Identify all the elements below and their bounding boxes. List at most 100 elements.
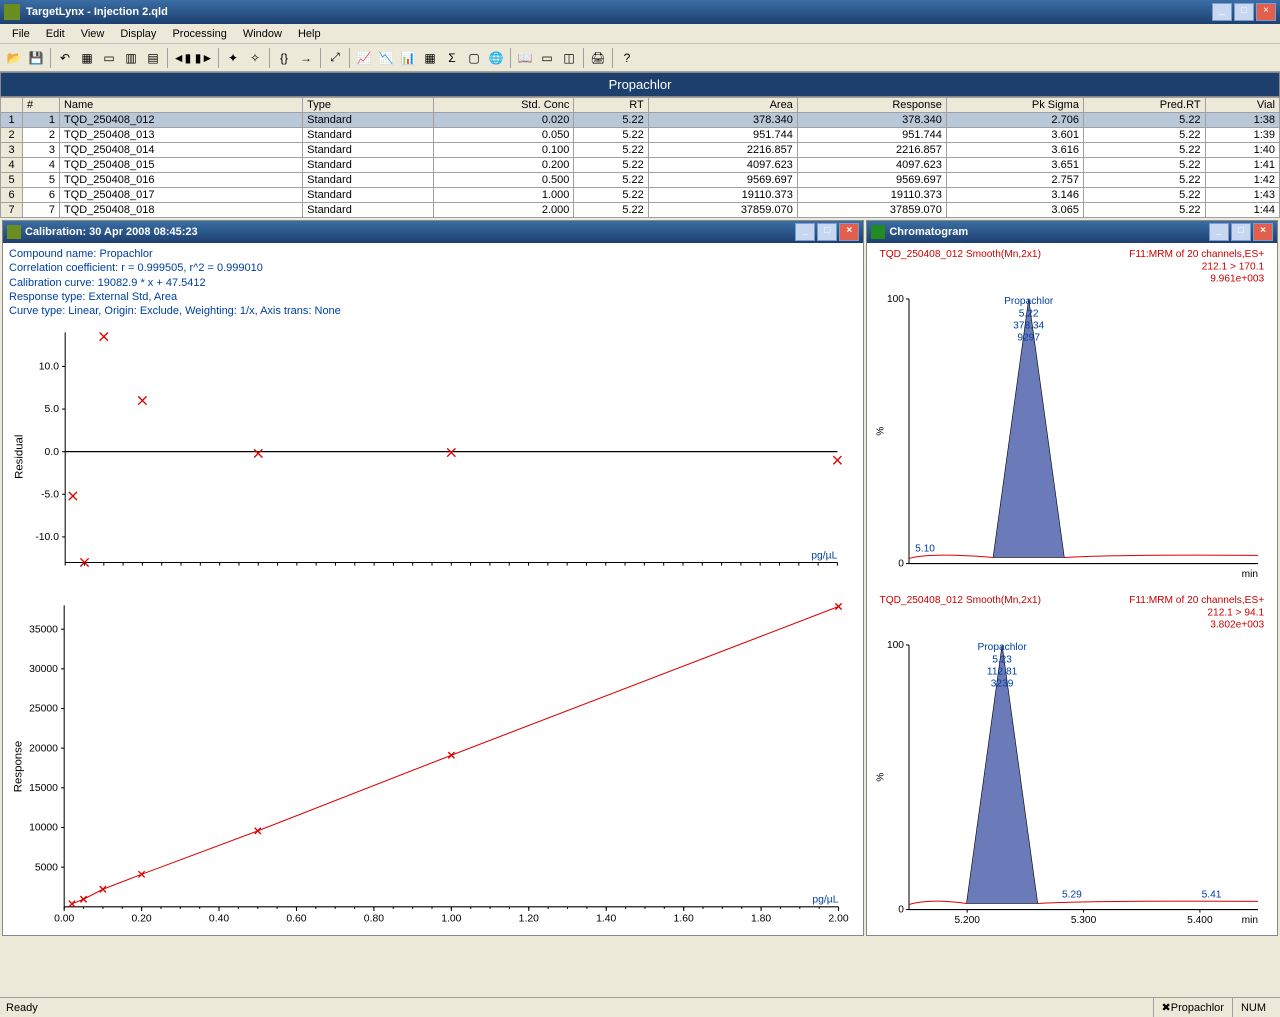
svg-text:2.00: 2.00	[828, 913, 848, 924]
svg-text:1.00: 1.00	[441, 913, 461, 924]
chromatogram-title: Chromatogram	[889, 226, 968, 238]
table-row[interactable]: 11TQD_250408_012Standard0.0205.22378.340…	[1, 113, 1280, 128]
svg-text:0.00: 0.00	[54, 913, 74, 924]
svg-text:F11:MRM of 20 channels,ES+: F11:MRM of 20 channels,ES+	[1129, 249, 1264, 260]
layout2-icon[interactable]: ▤	[143, 48, 163, 68]
svg-text:1.60: 1.60	[674, 913, 694, 924]
next-icon[interactable]: ▮►	[194, 48, 214, 68]
svg-text:35000: 35000	[29, 624, 58, 635]
svg-text:1.20: 1.20	[519, 913, 539, 924]
panel-min-button[interactable]: _	[1209, 223, 1229, 241]
close-button[interactable]: ×	[1256, 3, 1276, 21]
table-row[interactable]: 33TQD_250408_014Standard0.1005.222216.85…	[1, 143, 1280, 158]
table-row[interactable]: 44TQD_250408_015Standard0.2005.224097.62…	[1, 158, 1280, 173]
table-row[interactable]: 77TQD_250408_018Standard2.0005.2237859.0…	[1, 203, 1280, 218]
book-icon[interactable]: 📖	[515, 48, 535, 68]
svg-text:-5.0: -5.0	[41, 490, 59, 501]
svg-text:0: 0	[899, 905, 905, 916]
bracket-icon[interactable]: {}	[274, 48, 294, 68]
cal-icon	[7, 225, 21, 239]
menu-processing[interactable]: Processing	[164, 26, 234, 42]
panel-max-button[interactable]: □	[817, 223, 837, 241]
table-icon[interactable]: ▦	[420, 48, 440, 68]
calibration-info: Compound name: PropachlorCorrelation coe…	[3, 243, 863, 322]
svg-text:Response: Response	[13, 741, 25, 792]
svg-text:10.0: 10.0	[39, 362, 59, 373]
menu-display[interactable]: Display	[112, 26, 164, 42]
layout-icon[interactable]: ▥	[121, 48, 141, 68]
menu-help[interactable]: Help	[290, 26, 329, 42]
table-row[interactable]: 55TQD_250408_016Standard0.5005.229569.69…	[1, 173, 1280, 188]
panel-icon[interactable]: ▭	[537, 48, 557, 68]
svg-text:15000: 15000	[29, 783, 58, 794]
maximize-button[interactable]: □	[1234, 3, 1254, 21]
response-plot[interactable]: 5000 10000 15000 20000 25000 30000 35000 0.00 0.…	[3, 595, 863, 935]
split-icon[interactable]: ◫	[559, 48, 579, 68]
svg-text:112.81: 112.81	[987, 666, 1018, 677]
svg-text:10000: 10000	[29, 823, 58, 834]
svg-text:1.80: 1.80	[751, 913, 771, 924]
svg-text:min: min	[1242, 915, 1258, 926]
print-icon[interactable]: 🖨	[588, 48, 608, 68]
zoom-icon[interactable]: ✦	[223, 48, 243, 68]
svg-text:20000: 20000	[29, 743, 58, 754]
svg-text:100: 100	[887, 640, 904, 651]
arrow-icon[interactable]: →	[296, 48, 316, 68]
injection-table[interactable]: #NameTypeStd. ConcRTAreaResponsePk Sigma…	[0, 97, 1280, 218]
square-icon[interactable]: ▢	[464, 48, 484, 68]
menu-file[interactable]: File	[4, 26, 38, 42]
svg-text:5000: 5000	[35, 862, 58, 873]
app-icon	[4, 4, 20, 20]
bars-icon[interactable]: 📊	[398, 48, 418, 68]
svg-text:5.400: 5.400	[1188, 915, 1214, 926]
svg-text:0.20: 0.20	[132, 913, 152, 924]
panel-close-button[interactable]: ×	[839, 223, 859, 241]
chart1-icon[interactable]: 📈	[354, 48, 374, 68]
svg-text:3.802e+003: 3.802e+003	[1211, 620, 1265, 631]
table-row[interactable]: 22TQD_250408_013Standard0.0505.22951.744…	[1, 128, 1280, 143]
help-icon[interactable]: ?	[617, 48, 637, 68]
expand-icon[interactable]: ⤢	[325, 48, 345, 68]
table-row[interactable]: 66TQD_250408_017Standard1.0005.2219110.3…	[1, 188, 1280, 203]
menu-edit[interactable]: Edit	[38, 26, 73, 42]
sigma-icon[interactable]: Σ	[442, 48, 462, 68]
svg-text:30000: 30000	[29, 664, 58, 675]
prev-icon[interactable]: ◄▮	[172, 48, 192, 68]
app-title: TargetLynx - Injection 2.qld	[26, 6, 1212, 18]
svg-text:378.34: 378.34	[1013, 320, 1044, 331]
titlebar: TargetLynx - Injection 2.qld _ □ ×	[0, 0, 1280, 24]
svg-text:212.1 > 94.1: 212.1 > 94.1	[1208, 607, 1265, 618]
svg-text:%: %	[876, 773, 887, 782]
compound-header: Propachlor	[0, 72, 1280, 97]
svg-text:pg/µL: pg/µL	[811, 551, 837, 562]
panel-max-button[interactable]: □	[1231, 223, 1251, 241]
undo-icon[interactable]: ↶	[55, 48, 75, 68]
svg-text:Residual: Residual	[14, 435, 26, 479]
svg-text:25000: 25000	[29, 704, 58, 715]
minimize-button[interactable]: _	[1212, 3, 1232, 21]
globe-icon[interactable]: 🌐	[486, 48, 506, 68]
grid-icon[interactable]: ▦	[77, 48, 97, 68]
calibration-title: Calibration: 30 Apr 2008 08:45:23	[25, 226, 198, 238]
chrom-plot[interactable]: TQD_250408_012 Smooth(Mn,2x1)F11:MRM of …	[867, 243, 1277, 589]
tool-icon[interactable]: ✧	[245, 48, 265, 68]
chart2-icon[interactable]: 📉	[376, 48, 396, 68]
menu-window[interactable]: Window	[235, 26, 290, 42]
statusbar: Ready ✖ Propachlor NUM	[0, 997, 1280, 1017]
svg-text:TQD_250408_012 Smooth(Mn,2x1): TQD_250408_012 Smooth(Mn,2x1)	[880, 595, 1041, 606]
panel-min-button[interactable]: _	[795, 223, 815, 241]
chrom-plot[interactable]: TQD_250408_012 Smooth(Mn,2x1)F11:MRM of …	[867, 589, 1277, 935]
svg-text:5.22: 5.22	[1019, 308, 1039, 319]
svg-text:1.40: 1.40	[596, 913, 616, 924]
open-icon[interactable]: 📂	[4, 48, 24, 68]
panel-close-button[interactable]: ×	[1253, 223, 1273, 241]
menu-view[interactable]: View	[73, 26, 113, 42]
svg-text:212.1 > 170.1: 212.1 > 170.1	[1202, 261, 1265, 272]
residual-plot[interactable]: -10.0-5.00.05.010.0Residualpg/µL	[3, 322, 863, 592]
svg-text:0.40: 0.40	[209, 913, 229, 924]
window-icon[interactable]: ▭	[99, 48, 119, 68]
status-ready: Ready	[6, 1002, 38, 1014]
cross-icon: ✖	[1162, 1001, 1171, 1014]
save-icon[interactable]: 💾	[26, 48, 46, 68]
svg-text:5.41: 5.41	[1202, 889, 1222, 900]
